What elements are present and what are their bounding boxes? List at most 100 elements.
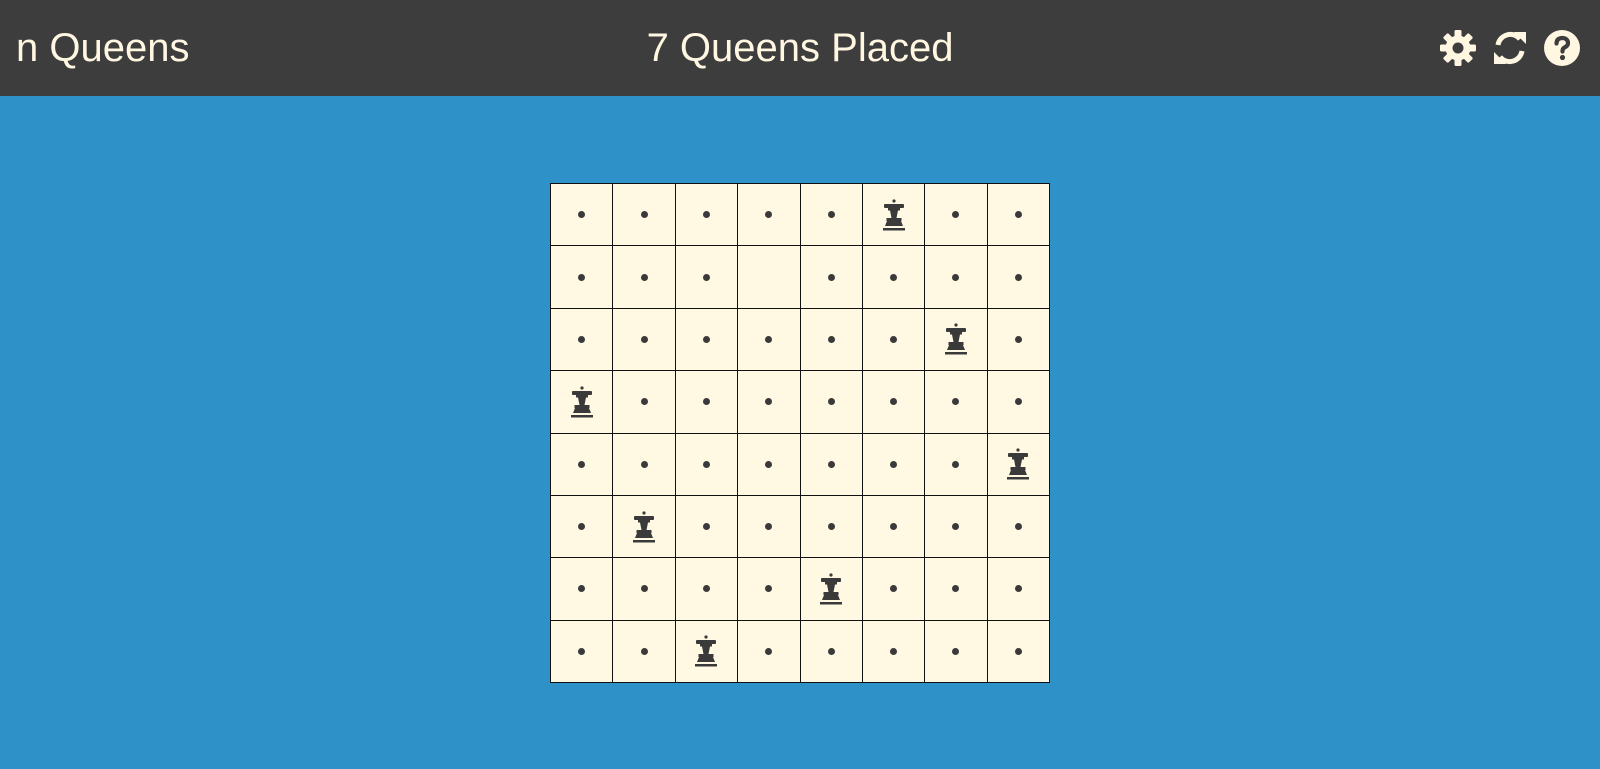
board-cell-r2-c2[interactable]	[613, 246, 675, 308]
board-cell-r4-c7[interactable]	[925, 371, 987, 433]
available-dot	[765, 398, 773, 406]
board-cell-r3-c6[interactable]	[862, 308, 925, 371]
board-cell-r2-c8[interactable]	[987, 246, 1049, 308]
available-dot	[952, 273, 960, 281]
available-dot	[890, 398, 898, 406]
settings-button[interactable]	[1436, 26, 1480, 70]
board-cell-r7-c8[interactable]	[987, 558, 1049, 620]
board-cell-r3-c5[interactable]	[800, 308, 862, 371]
board-cell-r1-c5[interactable]	[800, 184, 862, 246]
available-dot	[702, 460, 710, 468]
board-cell-r5-c3[interactable]	[675, 433, 738, 495]
queen-icon	[567, 385, 597, 419]
board-cell-r2-c6[interactable]	[862, 246, 925, 308]
board-cell-r5-c1[interactable]	[551, 433, 613, 495]
available-dot	[640, 273, 648, 281]
available-dot	[578, 460, 586, 468]
board-cell-r6-c1[interactable]	[551, 495, 613, 558]
board-cell-r7-c2[interactable]	[613, 558, 675, 620]
board-cell-r5-c6[interactable]	[862, 433, 925, 495]
board-cell-r7-c5[interactable]	[800, 558, 862, 620]
available-dot	[578, 523, 586, 531]
help-button[interactable]	[1540, 26, 1584, 70]
available-dot	[1014, 273, 1022, 281]
board-cell-r3-c3[interactable]	[675, 308, 738, 371]
available-dot	[890, 335, 898, 343]
board-cell-r1-c6[interactable]	[862, 184, 925, 246]
board-cell-r6-c5[interactable]	[800, 495, 862, 558]
board-cell-r8-c1[interactable]	[551, 620, 613, 682]
available-dot	[952, 585, 960, 593]
board-cell-r4-c6[interactable]	[862, 371, 925, 433]
board-cell-r7-c4[interactable]	[738, 558, 800, 620]
available-dot	[702, 523, 710, 531]
board-cell-r3-c2[interactable]	[613, 308, 675, 371]
board-cell-r7-c7[interactable]	[925, 558, 987, 620]
board-cell-r6-c4[interactable]	[738, 495, 800, 558]
queen-icon	[629, 510, 659, 544]
board-cell-r4-c1[interactable]	[551, 371, 613, 433]
board-cell-r2-c3[interactable]	[675, 246, 738, 308]
available-dot	[578, 335, 586, 343]
board-cell-r8-c7[interactable]	[925, 620, 987, 682]
available-dot	[765, 460, 773, 468]
board-cell-r2-c7[interactable]	[925, 246, 987, 308]
available-dot	[1014, 647, 1022, 655]
board-cell-r7-c1[interactable]	[551, 558, 613, 620]
board-cell-r4-c2[interactable]	[613, 371, 675, 433]
board-cell-r7-c3[interactable]	[675, 558, 738, 620]
board-cell-r8-c2[interactable]	[613, 620, 675, 682]
available-dot	[702, 211, 710, 219]
board-cell-r5-c7[interactable]	[925, 433, 987, 495]
board-cell-r2-c4[interactable]	[738, 246, 800, 308]
available-dot	[952, 647, 960, 655]
queen-icon	[1003, 447, 1033, 481]
available-dot	[890, 460, 898, 468]
available-dot	[1014, 335, 1022, 343]
available-dot	[702, 585, 710, 593]
board-cell-r1-c7[interactable]	[925, 184, 987, 246]
board-cell-r4-c8[interactable]	[987, 371, 1049, 433]
board-cell-r8-c6[interactable]	[862, 620, 925, 682]
board-cell-r8-c8[interactable]	[987, 620, 1049, 682]
board-cell-r3-c1[interactable]	[551, 308, 613, 371]
board-cell-r7-c6[interactable]	[862, 558, 925, 620]
refresh-icon	[1490, 28, 1530, 68]
help-icon	[1542, 28, 1582, 68]
available-dot	[765, 211, 773, 219]
board-cell-r3-c4[interactable]	[738, 308, 800, 371]
board-cell-r6-c3[interactable]	[675, 495, 738, 558]
board-cell-r1-c3[interactable]	[675, 184, 738, 246]
board-cell-r6-c6[interactable]	[862, 495, 925, 558]
available-dot	[702, 335, 710, 343]
board-cell-r6-c8[interactable]	[987, 495, 1049, 558]
board-cell-r8-c4[interactable]	[738, 620, 800, 682]
board-cell-r1-c2[interactable]	[613, 184, 675, 246]
board-cell-r6-c7[interactable]	[925, 495, 987, 558]
board-cell-r8-c5[interactable]	[800, 620, 862, 682]
board-cell-r2-c1[interactable]	[551, 246, 613, 308]
board-cell-r3-c8[interactable]	[987, 308, 1049, 371]
available-dot	[640, 647, 648, 655]
available-dot	[827, 523, 835, 531]
board-cell-r5-c8[interactable]	[987, 433, 1049, 495]
queen-icon	[691, 634, 721, 668]
board-cell-r5-c5[interactable]	[800, 433, 862, 495]
queen-icon	[879, 198, 909, 232]
board-cell-r4-c5[interactable]	[800, 371, 862, 433]
board-cell-r1-c8[interactable]	[987, 184, 1049, 246]
board-cell-r3-c7[interactable]	[925, 308, 987, 371]
board-cell-r1-c1[interactable]	[551, 184, 613, 246]
board-cell-r8-c3[interactable]	[675, 620, 738, 682]
board-cell-r6-c2[interactable]	[613, 495, 675, 558]
restart-button[interactable]	[1488, 26, 1532, 70]
available-dot	[702, 398, 710, 406]
board-cell-r5-c4[interactable]	[738, 433, 800, 495]
board-cell-r4-c3[interactable]	[675, 371, 738, 433]
board-cell-r2-c5[interactable]	[800, 246, 862, 308]
board-cell-r4-c4[interactable]	[738, 371, 800, 433]
available-dot	[765, 523, 773, 531]
board-cell-r5-c2[interactable]	[613, 433, 675, 495]
board-cell-r1-c4[interactable]	[738, 184, 800, 246]
available-dot	[827, 647, 835, 655]
